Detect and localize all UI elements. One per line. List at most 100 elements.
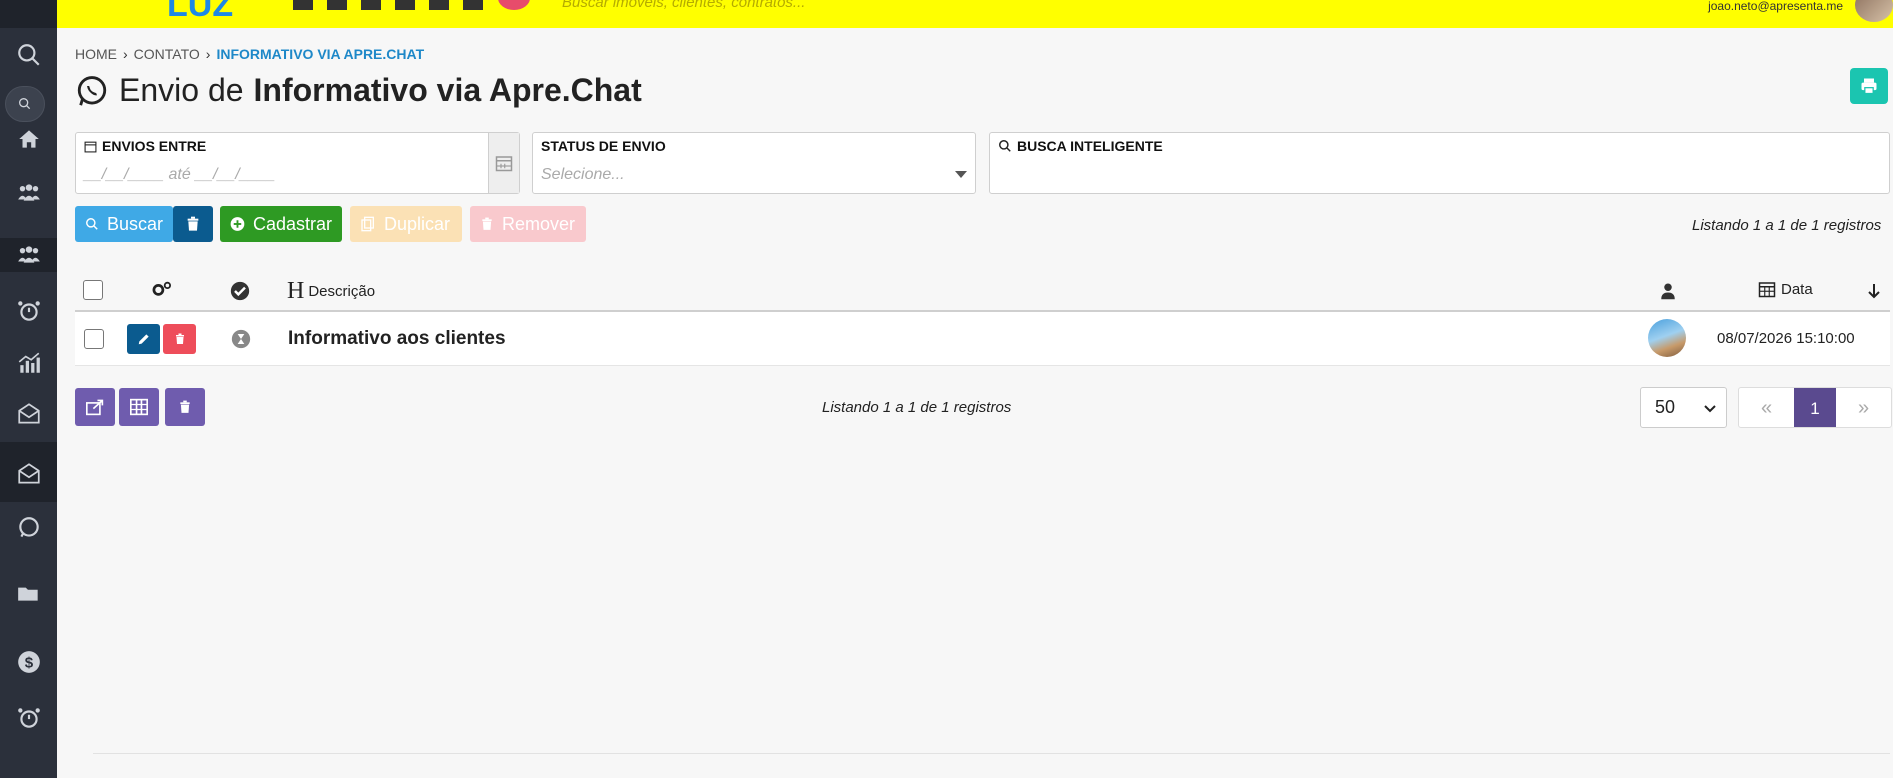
svg-text:$: $ [24, 654, 33, 671]
breadcrumb: HOME › CONTATO › INFORMATIVO VIA APRE.CH… [75, 46, 424, 62]
export-button[interactable] [75, 388, 115, 426]
sidebar-quick-search[interactable] [5, 86, 45, 122]
footer-divider [93, 753, 1890, 754]
page-title-prefix: Envio de [119, 72, 244, 108]
remover-label: Remover [502, 213, 576, 234]
duplicar-button[interactable]: Duplicar [350, 206, 462, 242]
trash-icon [482, 217, 492, 230]
sidebar-item-mail[interactable] [0, 393, 57, 435]
envios-entre-label-text: ENVIOS ENTRE [102, 138, 207, 154]
key-icon[interactable] [395, 0, 415, 10]
date-range-input[interactable]: __/__/____ até __/__/____ [84, 166, 275, 184]
sidebar-item-alarm-2[interactable] [0, 697, 57, 739]
heading-icon: H [287, 278, 305, 304]
sidebar: $ [0, 0, 57, 778]
col-data-label: Data [1781, 280, 1813, 298]
logo[interactable]: LUZ [167, 0, 233, 25]
cadastrar-label: Cadastrar [252, 213, 332, 234]
chevron-down-icon [955, 171, 967, 178]
hourglass-icon [231, 329, 251, 349]
mail-icon [17, 403, 40, 424]
sidebar-item-finance[interactable]: $ [0, 641, 57, 683]
sidebar-item-reports[interactable] [0, 342, 57, 384]
duplicar-label: Duplicar [384, 213, 451, 234]
bulk-delete-button[interactable] [165, 388, 205, 426]
select-all-checkbox[interactable] [83, 280, 103, 300]
sort-down-icon[interactable] [1868, 283, 1880, 299]
sidebar-item-alarm[interactable] [0, 290, 57, 332]
sidebar-search-icon[interactable] [0, 34, 57, 76]
sidebar-item-files[interactable] [0, 572, 57, 614]
table-header: H Descrição Data [75, 270, 1890, 312]
status-envio-filter[interactable]: STATUS DE ENVIO Selecione... [532, 132, 976, 194]
row-checkbox[interactable] [84, 329, 104, 349]
whatsapp-icon [77, 75, 107, 106]
clear-filters-button[interactable] [173, 206, 213, 242]
calendar-picker-button[interactable] [488, 133, 519, 193]
page-size-value: 50 [1655, 397, 1676, 417]
search-icon [999, 140, 1011, 152]
user-tie-icon [1661, 283, 1675, 300]
trash-icon [180, 400, 190, 413]
busca-inteligente-label-text: BUSCA INTELIGENTE [1017, 138, 1163, 154]
sidebar-item-users[interactable] [0, 172, 57, 214]
search-icon [86, 218, 98, 230]
page-size-select[interactable]: 50 [1640, 387, 1727, 428]
next-page-button[interactable]: » [1836, 388, 1891, 427]
notifications-button[interactable] [498, 0, 530, 10]
col-data[interactable]: Data [1758, 280, 1813, 298]
page-title-main: Informativo via Apre.Chat [253, 72, 642, 108]
breadcrumb-current: INFORMATIVO VIA APRE.CHAT [216, 46, 425, 62]
envios-entre-filter: ENVIOS ENTRE __/__/____ até __/__/____ [75, 132, 520, 194]
sidebar-item-mail-2[interactable] [0, 453, 57, 495]
users-icon [17, 184, 40, 201]
sidebar-item-users-2[interactable] [0, 234, 57, 276]
row-descricao[interactable]: Informativo aos clientes [288, 328, 506, 350]
alarm-icon [17, 301, 40, 321]
buscar-button[interactable]: Buscar [75, 206, 173, 242]
mail-icon [17, 463, 40, 484]
breadcrumb-contato[interactable]: CONTATO [134, 46, 200, 62]
print-button[interactable] [1850, 68, 1888, 104]
pencil-icon [138, 334, 149, 345]
user-avatar[interactable] [1855, 0, 1893, 22]
grid-icon[interactable] [293, 0, 313, 10]
sidebar-item-home[interactable] [0, 118, 57, 160]
global-search-input[interactable]: Buscar imóveis, clientes, contratos... [562, 0, 805, 11]
folder-icon [17, 587, 38, 601]
alarm-icon [17, 708, 40, 728]
sidebar-item-whatsapp[interactable] [0, 507, 57, 549]
home-icon [18, 130, 39, 148]
building-icon[interactable] [463, 0, 483, 10]
gears-icon [152, 281, 171, 296]
topbar: LUZ Buscar imóveis, clientes, contratos.… [57, 0, 1893, 28]
busca-inteligente-filter[interactable]: BUSCA INTELIGENTE [989, 132, 1890, 194]
hand-icon[interactable] [327, 0, 347, 10]
breadcrumb-home[interactable]: HOME [75, 46, 117, 62]
listing-count-bottom: Listando 1 a 1 de 1 registros [822, 399, 1012, 416]
status-envio-select[interactable]: Selecione... [541, 166, 625, 184]
users-icon[interactable] [361, 0, 381, 10]
prev-page-button[interactable]: « [1739, 388, 1794, 427]
delete-button[interactable] [163, 324, 196, 354]
avatar [1648, 319, 1686, 357]
user-email[interactable]: joao.neto@apresenta.me [1708, 0, 1843, 13]
columns-button[interactable] [119, 388, 159, 426]
row-data: 08/07/2026 15:10:00 [1717, 330, 1855, 347]
search-icon [18, 98, 31, 110]
trash-icon [175, 333, 184, 344]
remover-button[interactable]: Remover [470, 206, 586, 242]
chevron-right-icon: › [205, 46, 211, 62]
cadastrar-button[interactable]: Cadastrar [220, 206, 342, 242]
status-envio-label: STATUS DE ENVIO [541, 138, 666, 154]
listing-count-top: Listando 1 a 1 de 1 registros [1692, 217, 1882, 234]
table-row[interactable]: Informativo aos clientes 08/07/2026 15:1… [75, 312, 1890, 366]
dollar-icon: $ [17, 651, 40, 673]
users-icon [17, 246, 40, 263]
buscar-label: Buscar [106, 213, 163, 234]
col-descricao[interactable]: H Descrição [287, 278, 375, 305]
table-columns-icon [130, 398, 148, 416]
edit-button[interactable] [127, 324, 160, 354]
page-1-button[interactable]: 1 [1794, 388, 1836, 427]
calendar-icon[interactable] [429, 0, 449, 10]
